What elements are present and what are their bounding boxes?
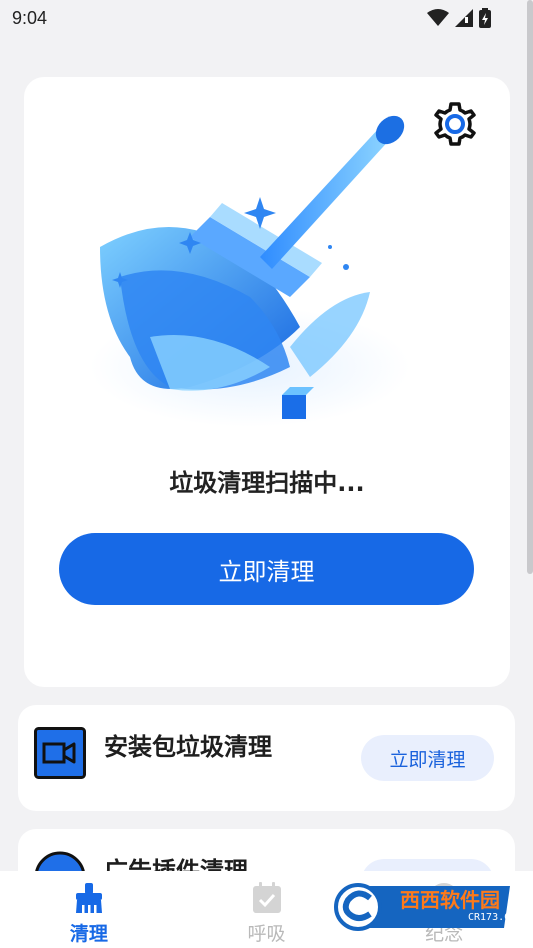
video-package-icon	[34, 727, 86, 779]
scan-status-text: 垃圾清理扫描中...	[169, 469, 365, 497]
watermark-site: CR173.COM	[468, 912, 523, 923]
scrollbar[interactable]	[527, 0, 533, 574]
battery-icon	[479, 8, 491, 28]
settings-gear-icon[interactable]	[431, 100, 479, 148]
status-icons	[427, 8, 491, 28]
status-time: 9:04	[12, 7, 48, 28]
clean-now-button-small[interactable]: 立即清理	[361, 735, 494, 781]
calendar-check-icon	[252, 882, 281, 913]
signal-icon	[455, 9, 473, 27]
nav-tab-breathe[interactable]: 呼吸	[178, 871, 356, 948]
broom-illustration	[90, 115, 410, 427]
broom-icon	[75, 883, 102, 913]
nav-tab-clean[interactable]: 清理	[0, 871, 178, 948]
status-bar: 9:04	[0, 0, 533, 36]
main-clean-card: 垃圾清理扫描中... 立即清理	[24, 77, 510, 687]
wifi-icon	[427, 9, 449, 26]
nav-label: 清理	[69, 923, 108, 945]
list-item-package-clean[interactable]: 安装包垃圾清理 立即清理	[18, 705, 515, 811]
nav-label: 呼吸	[247, 923, 286, 945]
clean-now-button[interactable]: 立即清理	[59, 533, 474, 605]
list-item-title: 安装包垃圾清理	[104, 733, 272, 761]
watermark-logo: 西西软件园 CR173.COM	[334, 876, 522, 938]
watermark-brand: 西西软件园	[400, 888, 500, 912]
